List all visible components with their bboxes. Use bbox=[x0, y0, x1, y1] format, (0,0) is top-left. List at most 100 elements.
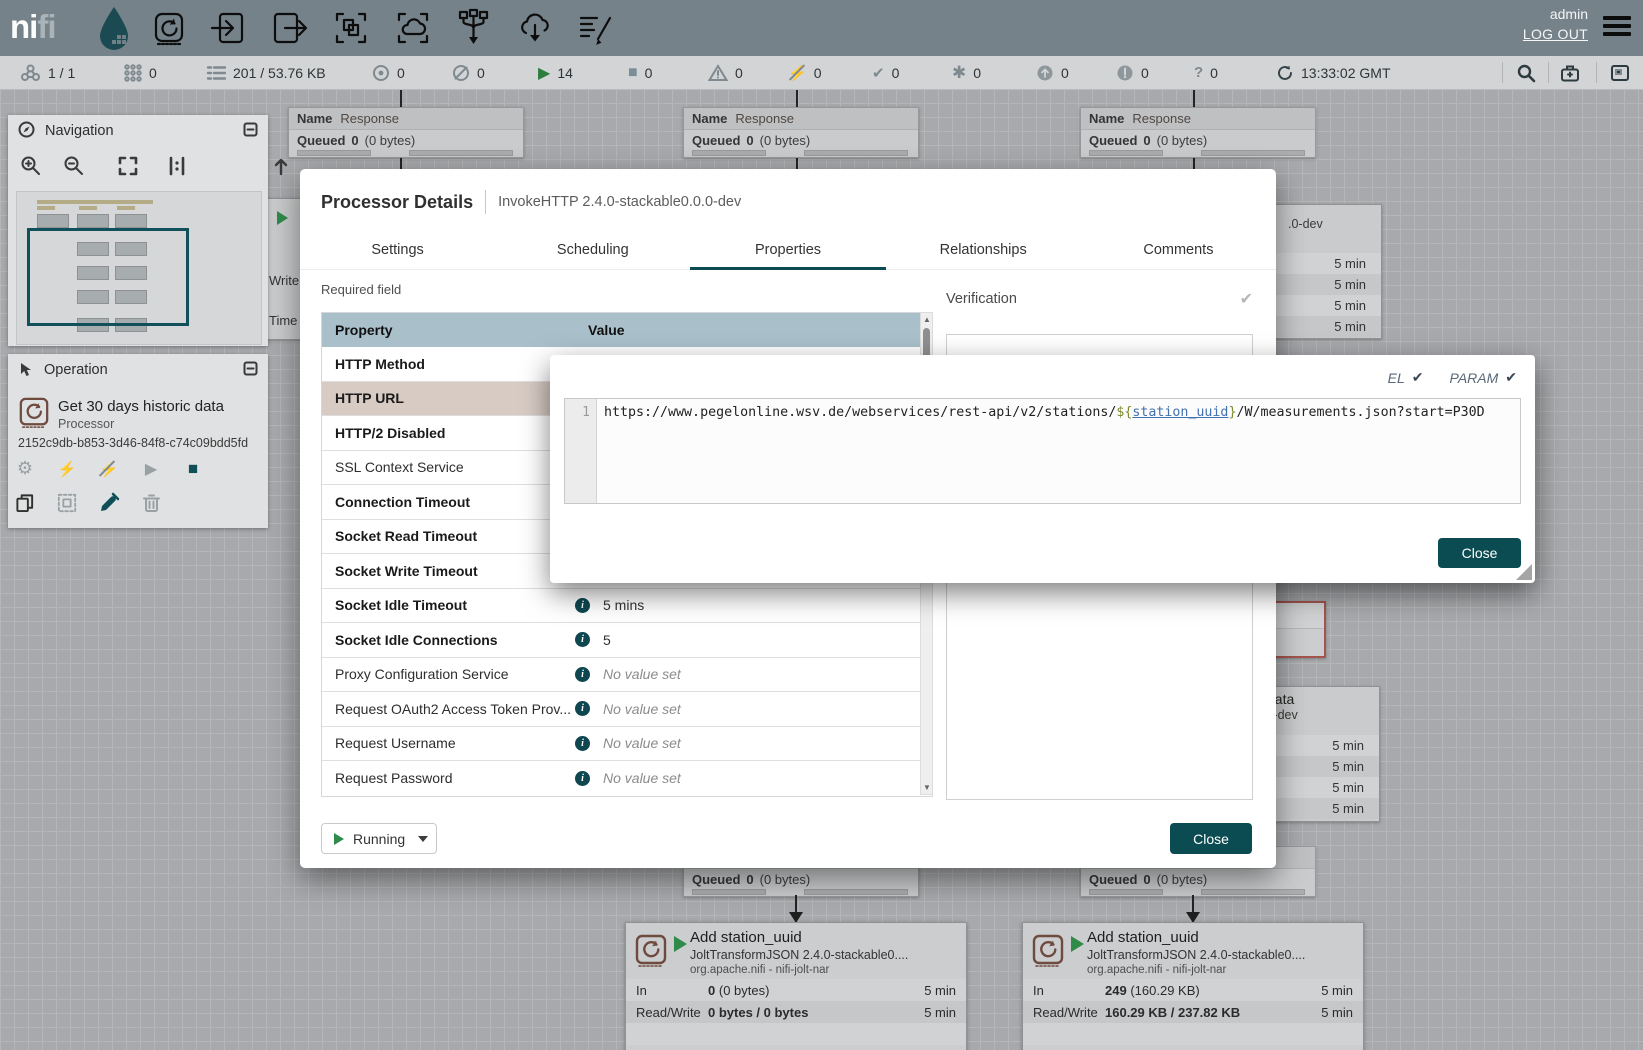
cluster-icon bbox=[20, 64, 41, 82]
stat-duration: 5 min bbox=[1334, 256, 1366, 271]
leave-group-icon[interactable] bbox=[272, 156, 290, 181]
locally-modified-count: 0 bbox=[973, 65, 981, 81]
connection-name-value: Response bbox=[340, 111, 399, 126]
el-supported-flag[interactable]: EL✔ bbox=[1388, 369, 1424, 386]
run-status-button[interactable]: Running bbox=[321, 823, 437, 854]
cluster-count: 1 / 1 bbox=[48, 65, 75, 81]
running-status-icon bbox=[277, 211, 288, 225]
logout-link[interactable]: LOG OUT bbox=[1523, 26, 1588, 42]
stat-count: 0 bbox=[708, 983, 715, 998]
new-process-group-button[interactable] bbox=[330, 7, 372, 49]
birdseye-icon[interactable] bbox=[1610, 63, 1630, 83]
refresh-icon[interactable] bbox=[1276, 64, 1294, 82]
run-status-label: Running bbox=[353, 831, 405, 847]
editor-close-button[interactable]: Close bbox=[1438, 538, 1521, 568]
sync-failure-icon: ? bbox=[1194, 64, 1203, 81]
toolbox-icon[interactable] bbox=[1560, 63, 1580, 83]
stat-duration: 5 min bbox=[1332, 801, 1364, 816]
properties-table-header: Property Value bbox=[322, 313, 932, 347]
copy-icon[interactable] bbox=[14, 493, 36, 513]
dialog-close-button[interactable]: Close bbox=[1170, 823, 1252, 854]
processor-jolt-right[interactable]: Add station_uuid JoltTransformJSON 2.4.0… bbox=[1022, 922, 1364, 1050]
connection-label[interactable]: NameResponse Queued0(0 bytes) bbox=[683, 107, 919, 158]
info-icon: i bbox=[575, 632, 590, 647]
processor-type: JoltTransformJSON 2.4.0-stackable0.... bbox=[690, 948, 908, 962]
resize-handle[interactable] bbox=[1516, 564, 1532, 580]
check-icon: ✔ bbox=[1412, 369, 1424, 386]
stat-duration: 5 min bbox=[1332, 759, 1364, 774]
chevron-down-icon bbox=[418, 836, 428, 842]
new-processor-button[interactable] bbox=[148, 7, 190, 49]
operation-title: Operation bbox=[44, 362, 108, 378]
start-icon[interactable]: ▶ bbox=[140, 459, 162, 479]
queued-count: 0 bbox=[351, 133, 358, 148]
processor-version-fragment: .0-dev bbox=[1288, 217, 1323, 231]
locally-modified-icon: ✱ bbox=[952, 63, 966, 83]
collapse-icon[interactable] bbox=[243, 361, 258, 380]
connection-label[interactable]: NameResponse Queued0(0 bytes) bbox=[1080, 107, 1316, 158]
configure-icon[interactable]: ⚙ bbox=[14, 458, 36, 479]
info-icon: i bbox=[575, 736, 590, 751]
table-row[interactable]: Request UsernameiNo value set bbox=[322, 727, 932, 762]
check-icon: ✔ bbox=[1505, 369, 1517, 386]
editor-line-number: 1 bbox=[565, 399, 597, 503]
stat-label: In bbox=[1033, 983, 1105, 998]
enable-icon[interactable]: ⚡ bbox=[56, 460, 78, 478]
queued-percent-bar bbox=[297, 150, 371, 156]
running-status-icon bbox=[674, 936, 687, 952]
queued-label: Queued bbox=[692, 872, 740, 887]
verification-label: Verification bbox=[946, 291, 1240, 307]
table-row[interactable]: Request PasswordiNo value set bbox=[322, 761, 932, 796]
import-from-registry-button[interactable] bbox=[514, 7, 556, 49]
stop-icon[interactable]: ■ bbox=[182, 459, 204, 479]
connection-line bbox=[795, 895, 797, 913]
table-row[interactable]: Socket Idle Timeouti5 mins bbox=[322, 589, 932, 624]
new-label-button[interactable] bbox=[574, 7, 616, 49]
minimap-block bbox=[37, 200, 153, 204]
search-icon[interactable] bbox=[1516, 63, 1536, 83]
color-icon[interactable] bbox=[98, 492, 120, 513]
value-code-editor[interactable]: 1 https://www.pegelonline.wsv.de/webserv… bbox=[564, 398, 1521, 504]
tab-settings[interactable]: Settings bbox=[300, 229, 495, 270]
delete-icon[interactable] bbox=[140, 492, 162, 513]
stale-count: 0 bbox=[1061, 65, 1069, 81]
stopped-icon: ■ bbox=[628, 64, 638, 82]
minimap-block bbox=[37, 214, 69, 228]
processor-type: JoltTransformJSON 2.4.0-stackable0.... bbox=[1087, 948, 1305, 962]
new-input-port-button[interactable] bbox=[208, 7, 250, 49]
verification-check-icon[interactable]: ✔ bbox=[1240, 289, 1253, 309]
dialog-tabs: Settings Scheduling Properties Relations… bbox=[300, 229, 1276, 270]
new-remote-process-group-button[interactable] bbox=[392, 7, 434, 49]
table-row[interactable]: Request OAuth2 Access Token Prov...iNo v… bbox=[322, 692, 932, 727]
queued-size: (0 bytes) bbox=[760, 133, 811, 148]
tab-comments[interactable]: Comments bbox=[1081, 229, 1276, 270]
table-row[interactable]: Proxy Configuration ServiceiNo value set bbox=[322, 658, 932, 693]
table-row[interactable]: Socket Idle Connectionsi5 bbox=[322, 623, 932, 658]
disable-icon[interactable]: ⚡ bbox=[98, 460, 120, 478]
selected-component-type: Processor bbox=[58, 417, 114, 431]
collapse-icon[interactable] bbox=[243, 122, 258, 141]
property-value-editor-popup: EL✔ PARAM✔ 1 https://www.pegelonline.wsv… bbox=[550, 355, 1535, 583]
new-funnel-button[interactable] bbox=[452, 7, 494, 49]
processor-jolt-left[interactable]: Add station_uuid JoltTransformJSON 2.4.0… bbox=[625, 922, 967, 1050]
connection-label[interactable]: NameResponse Queued0(0 bytes) bbox=[288, 107, 524, 158]
title-divider bbox=[485, 190, 486, 214]
editor-value-text[interactable]: https://www.pegelonline.wsv.de/webservic… bbox=[597, 399, 1520, 503]
user-area: admin LOG OUT bbox=[1523, 6, 1588, 42]
minimap-viewport[interactable] bbox=[27, 228, 189, 326]
tab-scheduling[interactable]: Scheduling bbox=[495, 229, 690, 270]
tab-relationships[interactable]: Relationships bbox=[886, 229, 1081, 270]
new-output-port-button[interactable] bbox=[268, 7, 310, 49]
stat-duration: 5 min bbox=[1303, 983, 1353, 998]
zoom-in-icon[interactable] bbox=[20, 155, 41, 181]
zoom-actual-icon[interactable] bbox=[168, 156, 186, 181]
info-icon: i bbox=[575, 771, 590, 786]
birdseye-minimap[interactable] bbox=[16, 191, 262, 345]
property-column-header: Property bbox=[322, 322, 588, 338]
group-icon[interactable] bbox=[56, 493, 78, 513]
global-menu-icon[interactable] bbox=[1603, 16, 1631, 40]
zoom-fit-icon[interactable] bbox=[118, 156, 138, 181]
zoom-out-icon[interactable] bbox=[63, 155, 84, 181]
tab-properties[interactable]: Properties bbox=[690, 229, 885, 270]
param-supported-flag[interactable]: PARAM✔ bbox=[1450, 369, 1517, 386]
